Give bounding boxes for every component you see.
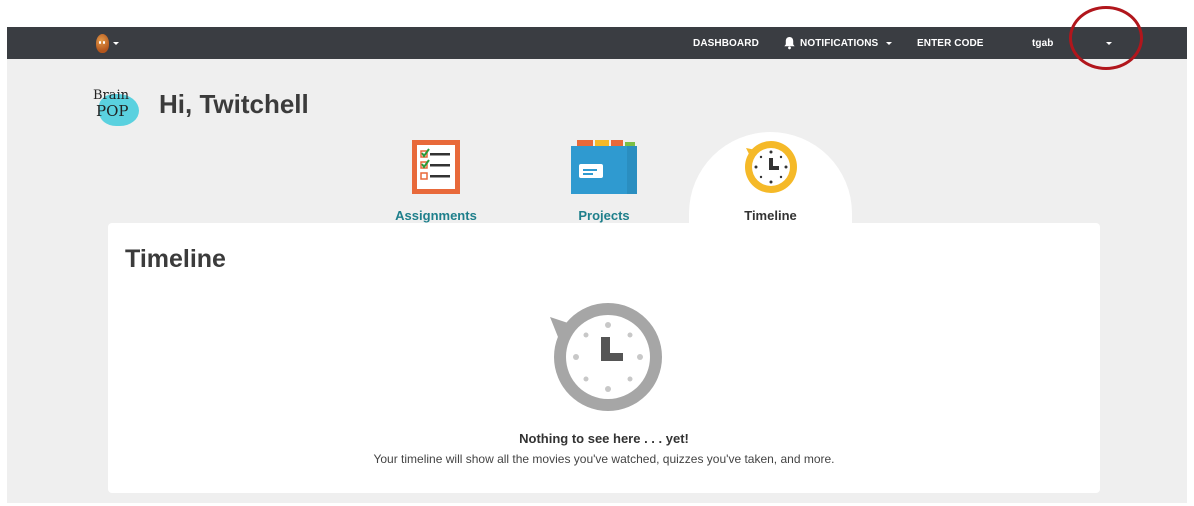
- tab-assignments-label: Assignments: [395, 208, 477, 223]
- nav-username[interactable]: tgab: [1032, 27, 1054, 59]
- nav-notifications-label: NOTIFICATIONS: [800, 37, 879, 49]
- empty-state-title: Nothing to see here . . . yet!: [519, 431, 689, 446]
- nav-username-label: tgab: [1032, 37, 1054, 49]
- panel-title: Timeline: [125, 245, 226, 273]
- timeline-panel: Timeline Nothing to see here . . . yet! …: [108, 223, 1100, 493]
- nav-dashboard-label: DASHBOARD: [693, 37, 759, 49]
- clock-icon: [745, 141, 797, 193]
- tab-projects-label: Projects: [578, 208, 630, 223]
- empty-state-description: Your timeline will show all the movies y…: [373, 452, 835, 466]
- folder-icon: [571, 140, 637, 194]
- avatar-menu[interactable]: [96, 33, 119, 53]
- user-menu-dropdown[interactable]: [1106, 27, 1112, 59]
- nav-dashboard[interactable]: DASHBOARD: [693, 27, 759, 59]
- bell-icon: [784, 36, 795, 50]
- tab-timeline[interactable]: Timeline: [689, 132, 852, 232]
- chevron-down-icon: [1106, 41, 1112, 45]
- tab-assignments[interactable]: Assignments: [386, 132, 486, 223]
- nav-notifications[interactable]: NOTIFICATIONS: [783, 27, 893, 59]
- nav-enter-code-label: ENTER CODE: [917, 37, 984, 49]
- chevron-down-icon: [886, 41, 893, 45]
- moby-avatar-icon: [96, 33, 109, 53]
- logo-text-pop: POP: [96, 102, 129, 120]
- tab-timeline-label: Timeline: [744, 208, 797, 223]
- logo-text-brain: Brain: [93, 88, 130, 103]
- nav-enter-code[interactable]: ENTER CODE: [917, 27, 984, 59]
- checklist-icon: [412, 140, 460, 194]
- chevron-down-icon: [113, 41, 119, 45]
- app-frame: DASHBOARD NOTIFICATIONS ENTER CODE tgab …: [7, 27, 1187, 503]
- empty-timeline-clock-icon: [550, 303, 662, 411]
- top-nav-bar: DASHBOARD NOTIFICATIONS ENTER CODE tgab: [7, 27, 1187, 59]
- brainpop-logo[interactable]: Brain POP: [89, 84, 141, 128]
- tab-projects[interactable]: Projects: [554, 132, 654, 223]
- greeting-title: Hi, Twitchell: [159, 89, 309, 119]
